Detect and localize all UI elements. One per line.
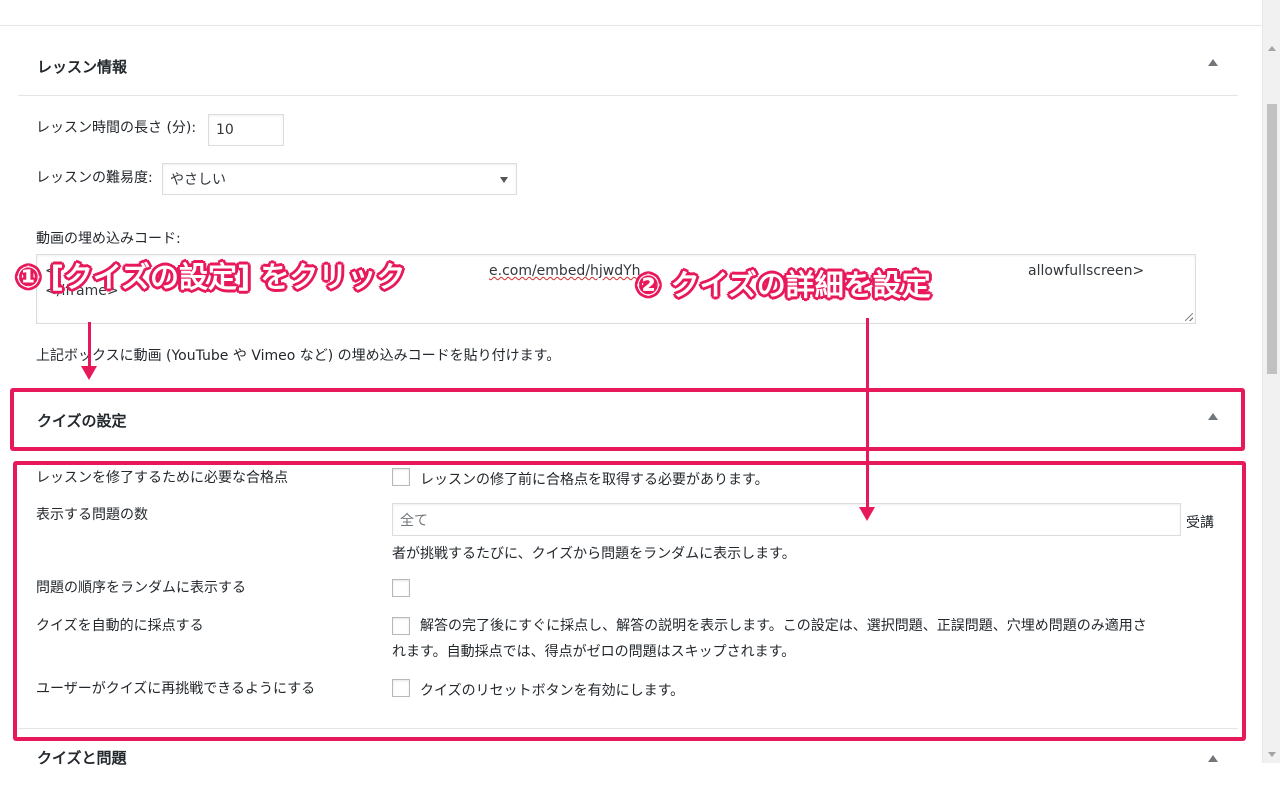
resize-handle-icon[interactable] xyxy=(1185,313,1193,321)
chevron-down-icon xyxy=(500,177,508,183)
lesson-info-header[interactable]: レッスン情報 xyxy=(18,42,1238,92)
highlight-quiz-settings-header xyxy=(10,388,1245,451)
highlight-quiz-settings-body xyxy=(13,461,1246,741)
lesson-length-value: 10 xyxy=(216,122,234,138)
difficulty-value: やさしい xyxy=(170,172,226,188)
top-divider xyxy=(0,0,1262,26)
embed-code-fragment: e.com/embed/hjwdYh xyxy=(489,263,641,279)
lesson-length-label: レッスン時間の長さ (分): xyxy=(36,120,197,136)
arrow-line xyxy=(866,318,869,510)
annotation-step2: ② クイズの詳細を設定 xyxy=(636,268,931,302)
lesson-length-input[interactable]: 10 xyxy=(208,114,284,146)
scroll-thumb[interactable] xyxy=(1267,104,1277,374)
embed-code-label: 動画の埋め込みコード: xyxy=(36,231,181,247)
arrow-line xyxy=(88,322,91,370)
annotation-step1: ① [クイズの設定] をクリック xyxy=(16,260,406,294)
embed-help-text: 上記ボックスに動画 (YouTube や Vimeo など) の埋め込みコードを… xyxy=(36,348,561,364)
scroll-up-icon[interactable] xyxy=(1268,46,1276,51)
divider xyxy=(18,95,1238,96)
difficulty-label: レッスンの難易度: xyxy=(36,170,153,186)
scroll-down-icon[interactable] xyxy=(1268,752,1276,757)
lesson-info-title: レッスン情報 xyxy=(37,58,128,76)
embed-code-fragment: allowfullscreen> xyxy=(1028,263,1145,279)
arrow-down-icon xyxy=(81,366,97,380)
quiz-questions-header[interactable]: クイズと問題 xyxy=(18,738,1238,788)
collapse-toggle-icon[interactable] xyxy=(1208,755,1218,762)
difficulty-select[interactable]: やさしい xyxy=(162,163,517,195)
arrow-down-icon xyxy=(859,507,875,521)
vertical-scrollbar[interactable] xyxy=(1262,0,1280,763)
collapse-toggle-icon[interactable] xyxy=(1208,59,1218,66)
